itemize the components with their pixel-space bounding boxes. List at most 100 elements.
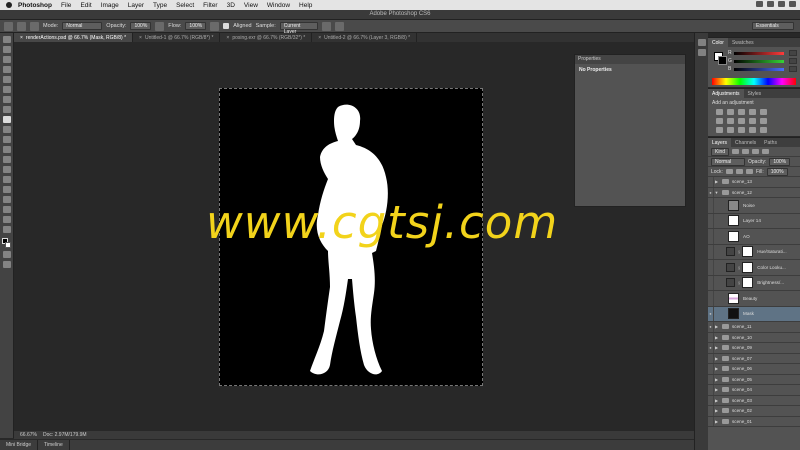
blur-tool-icon[interactable]: [2, 156, 11, 163]
posterize-icon[interactable]: [727, 127, 734, 133]
expand-arrow-icon[interactable]: ▶: [714, 366, 719, 371]
layer-row[interactable]: ▶ scene_04: [708, 385, 800, 396]
eraser-tool-icon[interactable]: [2, 136, 11, 143]
layer-row-selected[interactable]: ● Mask: [708, 306, 800, 322]
brush-tool-icon[interactable]: [2, 106, 11, 113]
layer-row[interactable]: Noise: [708, 198, 800, 214]
visibility-toggle[interactable]: [708, 229, 714, 244]
quick-select-tool-icon[interactable]: [2, 66, 11, 73]
layer-row[interactable]: Beauty: [708, 291, 800, 307]
layer-row[interactable]: Layer 14: [708, 213, 800, 229]
expand-arrow-icon[interactable]: ▶: [714, 356, 719, 361]
pen-tool-icon[interactable]: [2, 176, 11, 183]
red-slider[interactable]: [734, 52, 784, 55]
layer-row[interactable]: § Hue/Saturati...: [708, 244, 800, 260]
visibility-toggle[interactable]: ●: [708, 306, 714, 321]
expand-arrow-icon[interactable]: ▶: [714, 398, 719, 403]
selective-color-icon[interactable]: [760, 127, 767, 133]
photo-filter-icon[interactable]: [749, 118, 756, 124]
move-tool-icon[interactable]: [2, 36, 11, 43]
tab-mini-bridge[interactable]: Mini Bridge: [0, 440, 39, 450]
mode-dropdown[interactable]: Normal: [62, 22, 103, 30]
path-select-tool-icon[interactable]: [2, 196, 11, 203]
kind-filter[interactable]: Kind: [711, 147, 730, 156]
background-swatch[interactable]: [718, 56, 727, 65]
green-slider[interactable]: [734, 60, 784, 63]
lasso-tool-icon[interactable]: [2, 56, 11, 63]
menu-type[interactable]: Type: [153, 2, 167, 9]
eyedropper-tool-icon[interactable]: [2, 86, 11, 93]
visibility-toggle[interactable]: [708, 198, 714, 213]
doc-info[interactable]: Doc: 2.97M/179.9M: [43, 432, 87, 438]
close-icon[interactable]: ×: [20, 35, 23, 41]
layer-row[interactable]: ● ▼ scene_12: [708, 187, 800, 198]
type-tool-icon[interactable]: [2, 186, 11, 193]
brush-preset-icon[interactable]: [17, 21, 26, 31]
brightness-icon[interactable]: [716, 109, 723, 115]
tab-adjustments[interactable]: Adjustments: [708, 89, 744, 98]
menu-layer[interactable]: Layer: [128, 2, 144, 9]
aligned-checkbox[interactable]: [223, 23, 230, 29]
clone-source-icon[interactable]: [30, 21, 39, 31]
ignore-adjustment-icon[interactable]: [321, 21, 331, 31]
red-value[interactable]: [789, 50, 797, 56]
opacity-field[interactable]: 100%: [130, 22, 152, 30]
layer-row[interactable]: § Brightness/...: [708, 275, 800, 291]
curves-icon[interactable]: [738, 109, 745, 115]
expand-arrow-icon[interactable]: ▶: [714, 408, 719, 413]
blue-slider[interactable]: [734, 68, 784, 71]
shape-filter-icon[interactable]: [762, 149, 770, 154]
channel-mixer-icon[interactable]: [760, 118, 767, 124]
doc-tab[interactable]: × posing.exr @ 66.7% (RGB/32*) *: [220, 33, 313, 42]
menu-help[interactable]: Help: [299, 2, 312, 9]
visibility-toggle[interactable]: [708, 291, 714, 306]
tab-timeline[interactable]: Timeline: [38, 440, 70, 450]
apple-icon[interactable]: [6, 2, 12, 8]
layer-row[interactable]: ▶ scene_05: [708, 374, 800, 385]
status-icon[interactable]: [789, 1, 796, 7]
layer-row[interactable]: ▶ scene_06: [708, 364, 800, 375]
layer-row[interactable]: ▶ scene_07: [708, 353, 800, 364]
layer-row[interactable]: ● ▶ scene_11: [708, 322, 800, 333]
quick-mask-icon[interactable]: [2, 251, 11, 258]
menu-image[interactable]: Image: [101, 2, 119, 9]
layer-row[interactable]: ▶ scene_03: [708, 395, 800, 406]
visibility-toggle[interactable]: [708, 213, 714, 228]
menu-file[interactable]: File: [61, 2, 71, 9]
expand-arrow-icon[interactable]: ▶: [714, 419, 719, 424]
properties-panel[interactable]: Properties No Properties: [574, 54, 686, 207]
collapse-arrow-icon[interactable]: ▼: [714, 190, 719, 195]
pressure-size-icon[interactable]: [334, 21, 344, 31]
expand-arrow-icon[interactable]: ▶: [714, 377, 719, 382]
tab-channels[interactable]: Channels: [731, 138, 760, 147]
color-spectrum[interactable]: [712, 78, 796, 85]
invert-icon[interactable]: [716, 127, 723, 133]
healing-brush-tool-icon[interactable]: [2, 96, 11, 103]
doc-tab[interactable]: × Untitled-1 @ 66.7% (RGB/8*) *: [133, 33, 221, 42]
expand-arrow-icon[interactable]: ▶: [714, 324, 719, 329]
menu-window[interactable]: Window: [267, 2, 290, 9]
properties-icon[interactable]: [697, 49, 706, 56]
gradient-tool-icon[interactable]: [2, 146, 11, 153]
sample-dropdown[interactable]: Current Layer: [279, 22, 318, 35]
workspace-dropdown[interactable]: Essentials: [752, 22, 794, 30]
shape-tool-icon[interactable]: [2, 206, 11, 213]
vibrance-icon[interactable]: [760, 109, 767, 115]
color-balance-icon[interactable]: [727, 118, 734, 124]
history-brush-tool-icon[interactable]: [2, 126, 11, 133]
dodge-tool-icon[interactable]: [2, 166, 11, 173]
history-icon[interactable]: [697, 39, 706, 46]
expand-arrow-icon[interactable]: ▶: [714, 179, 719, 184]
close-icon[interactable]: ×: [226, 35, 229, 41]
black-white-icon[interactable]: [738, 118, 745, 124]
background-color-swatch[interactable]: [5, 242, 11, 248]
expand-arrow-icon[interactable]: ▶: [714, 345, 719, 350]
layer-opacity-field[interactable]: 100%: [769, 157, 791, 166]
tab-color[interactable]: Color: [708, 38, 728, 47]
tab-swatches[interactable]: Swatches: [728, 38, 758, 47]
airbrush-icon[interactable]: [210, 21, 220, 31]
visibility-toggle[interactable]: [708, 260, 714, 275]
hand-tool-icon[interactable]: [2, 216, 11, 223]
layer-row[interactable]: § Color Looku...: [708, 260, 800, 276]
doc-tab[interactable]: × Untitled-2 @ 66.7% (Layer 3, RGB/8) *: [312, 33, 418, 42]
